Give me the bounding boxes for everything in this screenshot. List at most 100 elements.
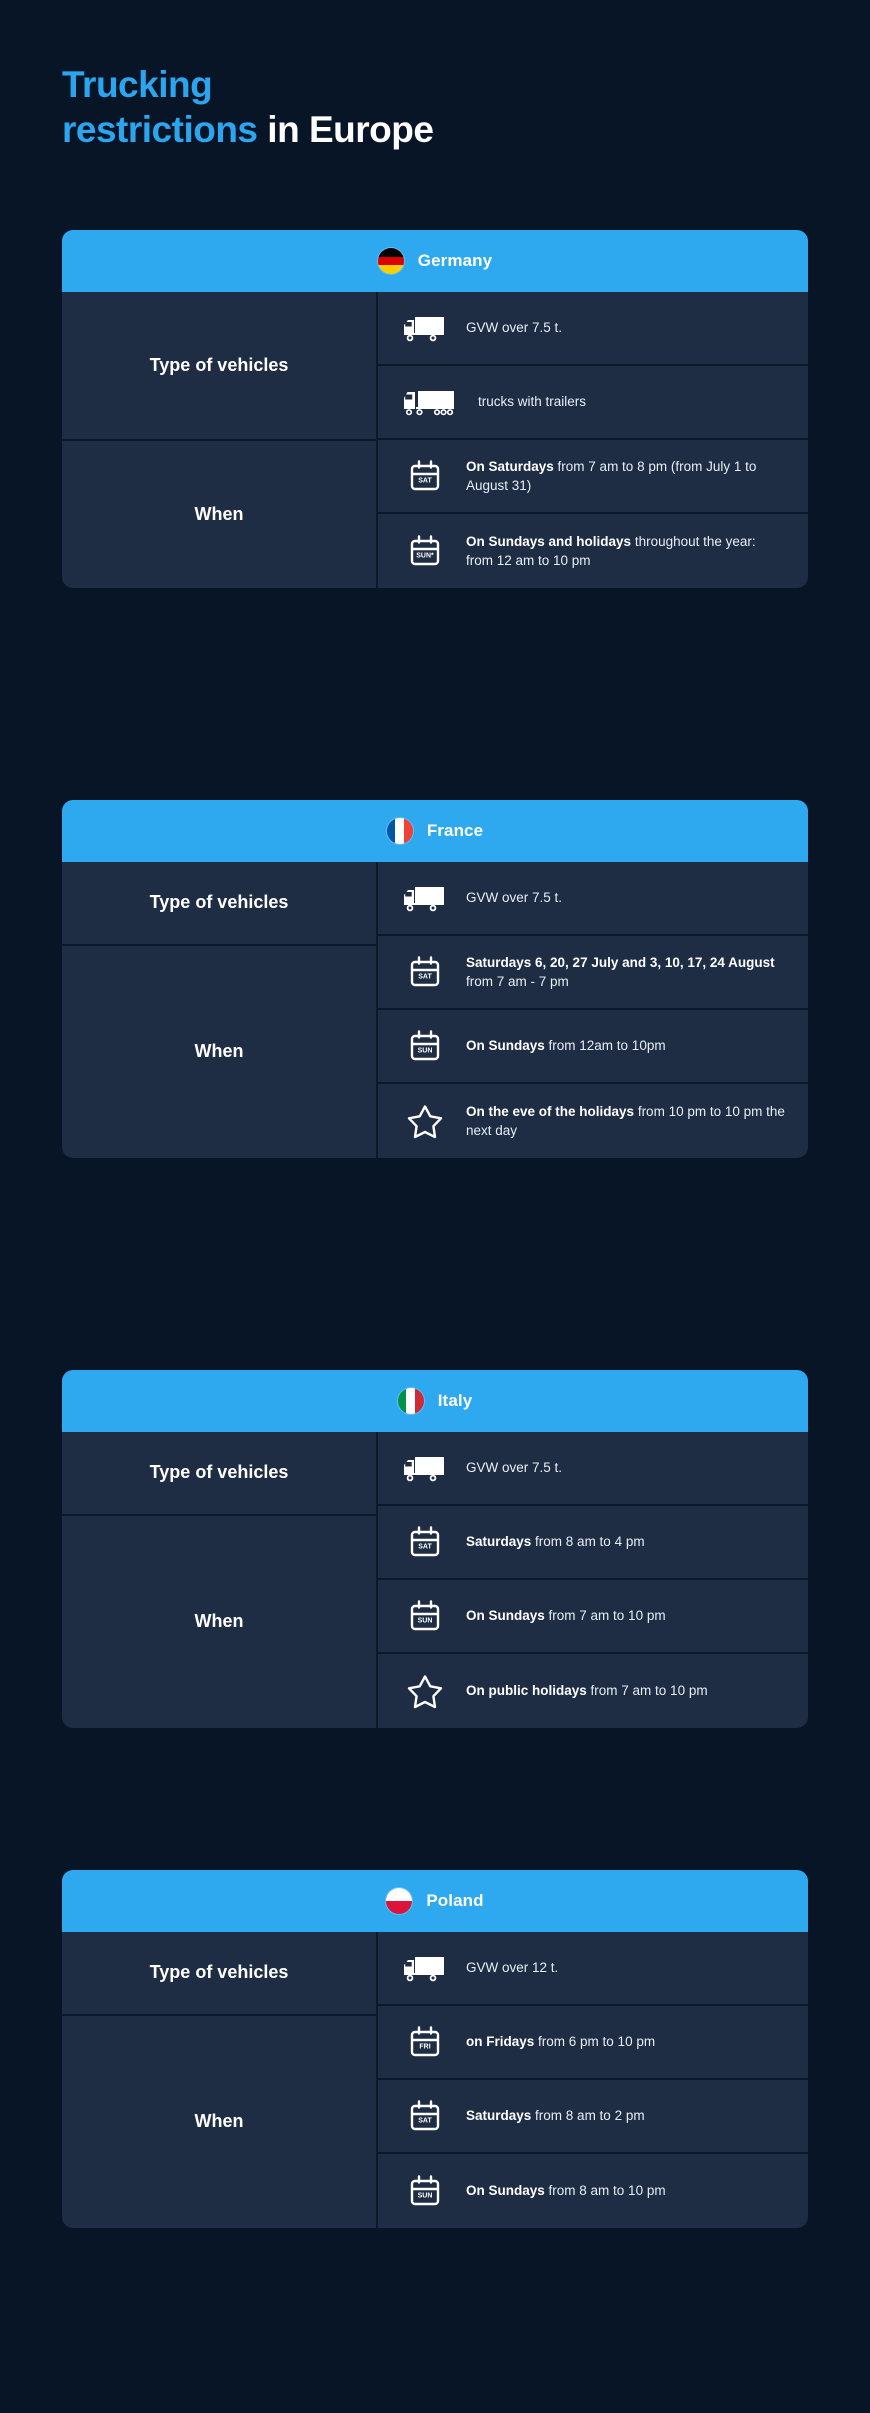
row-text: On Sundays from 8 am to 10 pm: [466, 2181, 666, 2200]
row-text-bold: On Sundays and holidays: [466, 533, 632, 549]
svg-text:SAT: SAT: [418, 1544, 432, 1551]
row-icon: [402, 387, 460, 417]
calendar-sun-icon: SUN: [410, 2175, 440, 2206]
infographic-page: Trucking restrictions in Europe Germany T…: [0, 0, 870, 2413]
country-name: Poland: [426, 1891, 484, 1910]
row-icon: [402, 1673, 448, 1709]
row-icon: SUN: [402, 1599, 448, 1633]
svg-text:SAT: SAT: [418, 2118, 432, 2125]
flag-icon: [397, 1388, 424, 1414]
calendar-sun-icon: SUN: [410, 1030, 440, 1061]
row-icon: SAT: [402, 955, 448, 989]
row-text-detail: from 7 am - 7 pm: [466, 974, 569, 989]
country-table: Type of vehicles When GVW over 7.5 t. SAT Sa…: [62, 1432, 808, 1728]
title-line1: Trucking: [62, 64, 213, 105]
svg-text:SUN*: SUN*: [416, 553, 434, 560]
label-column: Type of vehicles When: [62, 1432, 376, 1728]
svg-text:SAT: SAT: [418, 974, 432, 981]
calendar-sat-icon: SAT: [410, 1526, 440, 1557]
flag-icon: [377, 248, 404, 274]
svg-text:SUN: SUN: [418, 1618, 433, 1625]
country-header: Italy: [62, 1370, 808, 1432]
row-text: On Sundays from 12am to 10pm: [466, 1036, 666, 1055]
detail-column: GVW over 12 t. FRI on Fridays from 6 pm to…: [376, 1932, 808, 2228]
row-icon: SUN: [402, 2174, 448, 2208]
row-text: GVW over 7.5 t.: [466, 888, 562, 907]
row-icon: [402, 1103, 448, 1139]
row-text-bold: On public holidays: [466, 1683, 587, 1699]
truck-trailer-icon: [404, 391, 454, 416]
table-row: SUN On Sundays from 7 am to 10 pm: [376, 1580, 808, 1654]
svg-text:SAT: SAT: [418, 478, 432, 485]
table-row: SAT Saturdays 6, 20, 27 July and 3, 10, 1…: [376, 936, 808, 1010]
country-table: Type of vehicles When GVW over 7.5 t. SAT Sa…: [62, 862, 808, 1158]
country-name: France: [426, 821, 484, 840]
country-header: Poland: [62, 1870, 808, 1932]
row-text-detail: GVW over 7.5 t.: [466, 890, 563, 906]
row-icon: SAT: [402, 1525, 448, 1559]
country-header: France: [62, 800, 808, 862]
row-text: GVW over 12 t.: [466, 1958, 558, 1977]
table-row: SUN* On Sundays and holidays throughout t…: [376, 514, 808, 588]
table-row: On the eve of the holidays from 10 pm to…: [376, 1084, 808, 1158]
row-text: trucks with trailers: [478, 392, 586, 411]
row-text: Saturdays 6, 20, 27 July and 3, 10, 17, …: [466, 953, 786, 991]
row-text-bold: Saturdays 6, 20, 27 July and 3, 10, 17, …: [466, 954, 775, 970]
svg-text:SUN: SUN: [418, 1048, 433, 1055]
detail-column: GVW over 7.5 t. SAT Saturdays from 8 am to…: [376, 1432, 808, 1728]
row-icon: SUN: [402, 1029, 448, 1063]
row-text-bold: Saturdays: [466, 1534, 532, 1550]
row-icon: [402, 1953, 448, 1983]
calendar-sun-icon: SUN*: [410, 535, 440, 566]
row-label-type-of-vehicles: Type of vehicles: [62, 292, 376, 441]
row-label-type-of-vehicles: Type of vehicles: [62, 1432, 376, 1516]
calendar-sat-icon: SAT: [410, 956, 440, 987]
row-text-bold: On Sundays: [466, 1038, 545, 1054]
table-row: GVW over 7.5 t.: [376, 1432, 808, 1506]
table-row: FRI on Fridays from 6 pm to 10 pm: [376, 2006, 808, 2080]
row-icon: [402, 883, 448, 913]
row-text-detail: trucks with trailers: [478, 394, 587, 410]
table-row: SUN On Sundays from 12am to 10pm: [376, 1010, 808, 1084]
box-truck-icon: [404, 1957, 444, 1982]
row-label-when: When: [194, 504, 244, 524]
svg-text:FRI: FRI: [419, 2044, 430, 2051]
table-row: trucks with trailers: [376, 366, 808, 440]
country-name: Italy: [437, 1391, 473, 1410]
country-name: Germany: [417, 251, 493, 270]
row-text: On Sundays and holidays throughout the y…: [466, 532, 786, 570]
row-text: On the eve of the holidays from 10 pm to…: [466, 1102, 786, 1140]
row-icon: SUN*: [402, 534, 448, 568]
table-row: SAT Saturdays from 8 am to 4 pm: [376, 1506, 808, 1580]
row-text: Saturdays from 8 am to 4 pm: [466, 1532, 645, 1551]
table-row: On public holidays from 7 am to 10 pm: [376, 1654, 808, 1728]
row-text: On Saturdays from 7 am to 8 pm (from Jul…: [466, 457, 786, 495]
row-label-when: When: [194, 1611, 244, 1632]
country-table: Type of vehicles When GVW over 12 t. FRI on …: [62, 1932, 808, 2228]
label-column: Type of vehicles When: [62, 1932, 376, 2228]
title-line2-blue: restrictions: [62, 109, 258, 151]
country-block-poland: Poland Type of vehicles When GVW over 12 t.…: [62, 1870, 808, 2228]
page-title: Trucking restrictions in Europe: [62, 62, 762, 152]
title-line2-white: in Europe: [257, 109, 434, 151]
box-truck-icon: [404, 887, 444, 912]
row-text: On Sundays from 7 am to 10 pm: [466, 1606, 666, 1625]
row-text-bold: Saturdays: [466, 2108, 532, 2124]
star-icon: [407, 1105, 443, 1139]
row-text: on Fridays from 6 pm to 10 pm: [466, 2032, 655, 2051]
row-icon: FRI: [402, 2025, 448, 2059]
row-icon: [402, 313, 448, 343]
table-row: SUN On Sundays from 8 am to 10 pm: [376, 2154, 808, 2228]
row-text-detail: from 12am to 10pm: [548, 1038, 666, 1054]
row-text-detail: from 7 am to 10 pm: [548, 1608, 666, 1624]
calendar-fri-icon: FRI: [410, 2026, 440, 2057]
row-text-detail: from 7 am to 10 pm: [590, 1683, 708, 1699]
row-icon: SAT: [402, 459, 448, 493]
box-truck-icon: [404, 317, 444, 342]
row-text: On public holidays from 7 am to 10 pm: [466, 1681, 708, 1700]
country-table: Type of vehicles When GVW over 7.5 t. truck…: [62, 292, 808, 588]
row-text: GVW over 7.5 t.: [466, 1458, 562, 1477]
label-column: Type of vehicles When: [62, 292, 376, 588]
row-text-detail: from 8 am to 10 pm: [548, 2183, 666, 2199]
table-row: GVW over 7.5 t.: [376, 862, 808, 936]
